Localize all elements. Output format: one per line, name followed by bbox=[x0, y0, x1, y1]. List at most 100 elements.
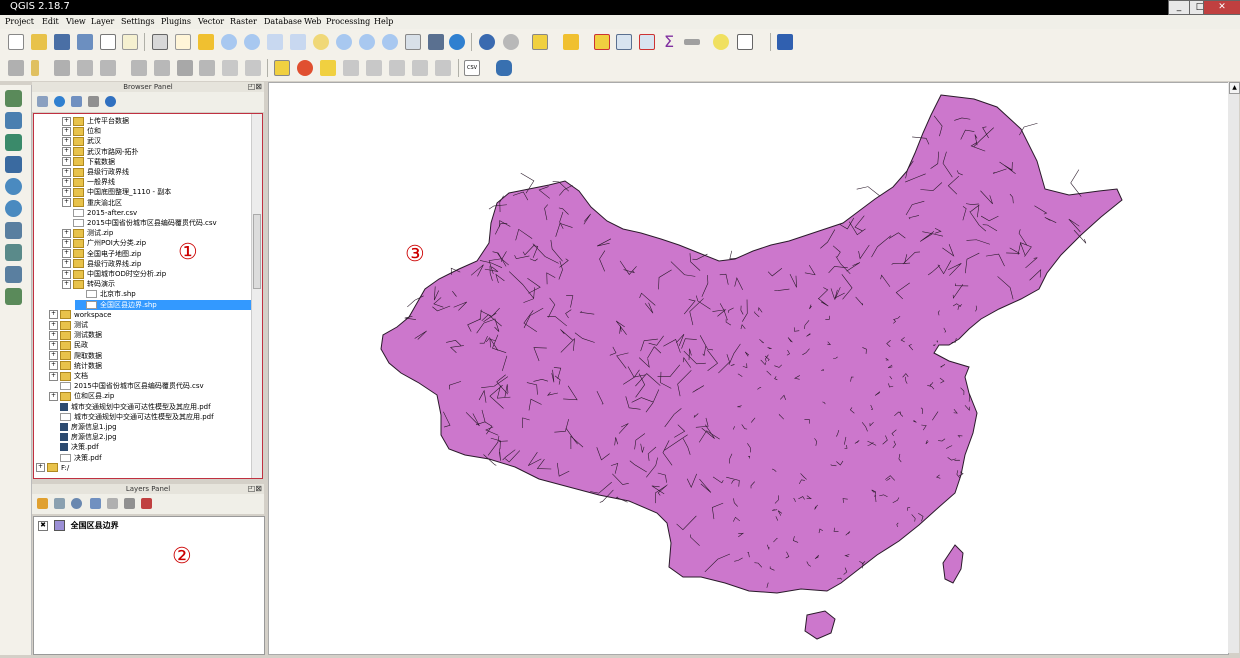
browser-tree-item[interactable]: +统计数据 bbox=[49, 361, 260, 371]
panel-float-close-icon[interactable]: ◰⊠ bbox=[248, 82, 262, 92]
menu-view[interactable]: View bbox=[66, 17, 86, 26]
browser-tree-item[interactable]: +县级行政界线.zip bbox=[62, 259, 260, 269]
zoom-next-icon[interactable] bbox=[382, 34, 398, 50]
minimize-button[interactable]: _ bbox=[1168, 0, 1190, 15]
pan-to-selection-icon[interactable] bbox=[198, 34, 214, 50]
show-hide-labels-icon[interactable] bbox=[343, 60, 359, 76]
refresh-icon[interactable] bbox=[449, 34, 465, 50]
expand-toggle-icon[interactable]: + bbox=[62, 127, 71, 136]
collapse-all-icon[interactable] bbox=[88, 96, 99, 107]
browser-tree-item[interactable]: 房源信息2.jpg bbox=[49, 432, 260, 442]
zoom-full-icon[interactable] bbox=[290, 34, 306, 50]
add-wcs-icon[interactable] bbox=[5, 200, 22, 217]
zoom-out-icon[interactable] bbox=[244, 34, 260, 50]
browser-tree-item[interactable]: 2015中国省份城市区县编码覆贯代码.csv bbox=[49, 381, 260, 391]
map-tips-icon[interactable] bbox=[713, 34, 729, 50]
zoom-to-layer-icon[interactable] bbox=[336, 34, 352, 50]
browser-tree-item[interactable]: 全国区县边界.shp bbox=[75, 300, 260, 310]
browser-tree-item[interactable]: 2015-after.csv bbox=[62, 208, 260, 218]
layer-row[interactable]: ✖ 全国区县边界 bbox=[38, 520, 119, 530]
rotate-label-icon[interactable] bbox=[389, 60, 405, 76]
browser-tree-item[interactable]: 2015中国省份城市区县编码覆贯代码.csv bbox=[62, 218, 260, 228]
scroll-thumb[interactable] bbox=[253, 214, 261, 289]
browser-tree-item[interactable]: +workspace bbox=[49, 310, 260, 320]
browser-tree-item[interactable]: +中国底图整理_1110 - 副本 bbox=[62, 187, 260, 197]
expand-toggle-icon[interactable]: + bbox=[49, 341, 58, 350]
composer-manager-icon[interactable] bbox=[122, 34, 138, 50]
remove-layer-icon[interactable] bbox=[141, 498, 152, 509]
close-button[interactable]: ✕ bbox=[1203, 0, 1240, 15]
browser-tree-item[interactable]: +全国电子地图.zip bbox=[62, 249, 260, 259]
diagram-icon[interactable] bbox=[435, 60, 451, 76]
deselect-icon[interactable] bbox=[594, 34, 610, 50]
move-feature-icon[interactable] bbox=[100, 60, 116, 76]
node-tool-icon[interactable] bbox=[131, 60, 147, 76]
measure-icon[interactable] bbox=[684, 39, 700, 45]
browser-tree-item[interactable]: +测试.zip bbox=[62, 228, 260, 238]
attribute-table-icon[interactable] bbox=[616, 34, 632, 50]
layers-tree[interactable]: ✖ 全国区县边界 bbox=[33, 516, 265, 655]
expand-toggle-icon[interactable]: + bbox=[62, 137, 71, 146]
menu-database[interactable]: Database bbox=[264, 17, 302, 26]
python-console-icon[interactable] bbox=[496, 60, 512, 76]
expand-toggle-icon[interactable]: + bbox=[62, 239, 71, 248]
menu-raster[interactable]: Raster bbox=[230, 17, 257, 26]
add-postgis-icon[interactable] bbox=[5, 156, 22, 173]
layer-visibility-checkbox[interactable]: ✖ bbox=[38, 521, 48, 531]
menu-settings[interactable]: Settings bbox=[121, 17, 155, 26]
expand-toggle-icon[interactable]: + bbox=[62, 157, 71, 166]
touch-zoom-icon[interactable] bbox=[152, 34, 168, 50]
browser-tree-item[interactable]: +县级行政界线 bbox=[62, 167, 260, 177]
browser-tree-item[interactable]: +转码演示 bbox=[62, 279, 260, 289]
browser-tree-item[interactable]: 决策.pdf bbox=[49, 442, 260, 452]
save-project-icon[interactable] bbox=[54, 34, 70, 50]
menu-layer[interactable]: Layer bbox=[91, 17, 114, 26]
add-raster-layer-icon[interactable] bbox=[5, 112, 22, 129]
browser-tree[interactable]: +上传平台数据+位和+武汉+武汉市路网-拓扑+下载数据+县级行政界线+一般界线+… bbox=[33, 113, 263, 479]
new-layer-icon[interactable] bbox=[5, 288, 22, 305]
expand-toggle-icon[interactable]: + bbox=[62, 168, 71, 177]
new-map-view-icon[interactable] bbox=[405, 34, 421, 50]
browser-tree-item[interactable]: +爬取数据 bbox=[49, 351, 260, 361]
filter-icon[interactable] bbox=[71, 96, 82, 107]
new-project-icon[interactable] bbox=[8, 34, 24, 50]
select-by-expression-icon[interactable] bbox=[563, 34, 579, 50]
add-vector-layer-icon[interactable] bbox=[5, 90, 22, 107]
add-group-icon[interactable] bbox=[54, 498, 65, 509]
expand-toggle-icon[interactable]: + bbox=[36, 463, 45, 472]
collapse-all-icon[interactable] bbox=[124, 498, 135, 509]
expand-toggle-icon[interactable]: + bbox=[49, 392, 58, 401]
action-icon[interactable] bbox=[503, 34, 519, 50]
expand-toggle-icon[interactable]: + bbox=[62, 117, 71, 126]
browser-tree-item[interactable]: +重庆渝北区 bbox=[62, 198, 260, 208]
add-selected-layers-icon[interactable] bbox=[37, 96, 48, 107]
expand-toggle-icon[interactable]: + bbox=[62, 280, 71, 289]
browser-tree-item[interactable]: 城市交通规划中交通可达性模型及其应用.pdf bbox=[49, 402, 260, 412]
browser-tree-item[interactable]: +上传平台数据 bbox=[62, 116, 260, 126]
open-project-icon[interactable] bbox=[31, 34, 47, 50]
scroll-up-arrow-icon[interactable]: ▲ bbox=[1229, 82, 1240, 94]
menu-web[interactable]: Web bbox=[304, 17, 321, 26]
zoom-native-icon[interactable] bbox=[267, 34, 283, 50]
cut-features-icon[interactable] bbox=[199, 60, 215, 76]
expand-toggle-icon[interactable]: + bbox=[62, 259, 71, 268]
expand-all-icon[interactable] bbox=[107, 498, 118, 509]
expand-toggle-icon[interactable]: + bbox=[49, 372, 58, 381]
browser-tree-item[interactable]: +文档 bbox=[49, 371, 260, 381]
browser-tree-item[interactable]: 北京市.shp bbox=[75, 289, 260, 299]
text-annotation-icon[interactable] bbox=[737, 34, 753, 50]
browser-tree-item[interactable]: 决策.pdf bbox=[49, 453, 260, 463]
expand-toggle-icon[interactable]: + bbox=[62, 178, 71, 187]
expand-toggle-icon[interactable]: + bbox=[49, 321, 58, 330]
zoom-in-icon[interactable] bbox=[221, 34, 237, 50]
browser-tree-item[interactable]: +武汉市路网-拓扑 bbox=[62, 147, 260, 157]
toggle-editing-pencil-icon[interactable] bbox=[31, 60, 39, 76]
map-vertical-scrollbar[interactable]: ▲ bbox=[1228, 82, 1239, 653]
statistics-sigma-icon[interactable]: Σ bbox=[661, 34, 677, 50]
select-features-icon[interactable] bbox=[532, 34, 548, 50]
menu-processing[interactable]: Processing bbox=[326, 17, 370, 26]
browser-tree-item[interactable]: +民政 bbox=[49, 340, 260, 350]
add-feature-icon[interactable] bbox=[77, 60, 93, 76]
panel-float-close-icon[interactable]: ◰⊠ bbox=[248, 484, 262, 494]
zoom-last-icon[interactable] bbox=[359, 34, 375, 50]
